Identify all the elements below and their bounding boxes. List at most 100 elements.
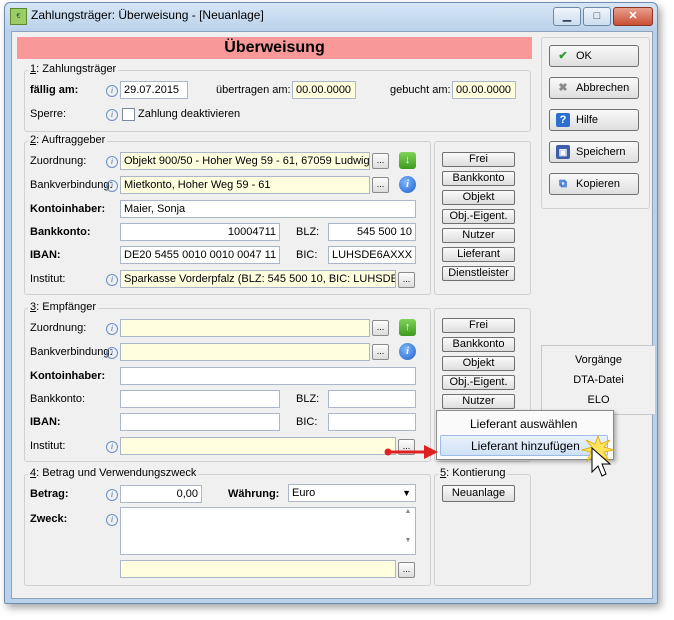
bankkonto-label: Bankkonto:: [30, 393, 86, 405]
auftraggeber-bic-input[interactable]: LUHSDE6AXXX: [328, 246, 416, 264]
speichern-button[interactable]: ▣ Speichern: [549, 141, 639, 163]
zahlung-deaktivieren-checkbox[interactable]: [122, 108, 135, 121]
info-icon[interactable]: i: [106, 109, 118, 121]
auftraggeber-kontoinhaber-input[interactable]: Maier, Sonja: [120, 200, 416, 218]
elo-label[interactable]: ELO: [542, 394, 655, 406]
info-icon[interactable]: i: [106, 274, 118, 286]
vorgaenge-label[interactable]: Vorgänge: [542, 354, 655, 366]
auftraggeber-institut-input[interactable]: Sparkasse Vorderpfalz (BLZ: 545 500 10, …: [120, 270, 396, 288]
waehrung-value: Euro: [292, 487, 316, 499]
waehrung-select[interactable]: Euro ▼: [288, 484, 416, 502]
blz-label: BLZ:: [296, 226, 320, 238]
institut-label: Institut:: [30, 440, 66, 452]
section-auftraggeber-title: 2: Auftraggeber: [28, 134, 108, 146]
betrag-input[interactable]: 0,00: [120, 485, 202, 503]
bankkonto-label: Bankkonto:: [30, 226, 91, 238]
empfaenger-frei-button[interactable]: Frei: [442, 318, 515, 333]
empfaenger-kontoinhaber-input[interactable]: [120, 367, 416, 385]
iban-label: IBAN:: [30, 416, 61, 428]
arrow-up-icon[interactable]: ↑: [399, 319, 416, 336]
dta-datei-label[interactable]: DTA-Datei: [542, 374, 655, 386]
auftraggeber-objekt-button[interactable]: Objekt: [442, 190, 515, 205]
empfaenger-objekt-button[interactable]: Objekt: [442, 356, 515, 371]
pointer-arrow-icon: [384, 445, 438, 459]
title-bar[interactable]: € Zahlungsträger: Überweisung - [Neuanla…: [5, 3, 657, 29]
info-circle-icon[interactable]: i: [399, 176, 416, 193]
hilfe-button[interactable]: ? Hilfe: [549, 109, 639, 131]
empfaenger-bankkonto-input[interactable]: [120, 390, 280, 408]
bankverbindung-label: Bankverbindung:: [30, 346, 113, 358]
cancel-x-icon: ✖: [558, 82, 568, 94]
hilfe-label: Hilfe: [576, 114, 599, 126]
ok-button[interactable]: ✔ OK: [549, 45, 639, 67]
form-header: Überweisung: [17, 37, 532, 59]
auftraggeber-nutzer-button[interactable]: Nutzer: [442, 228, 515, 243]
menu-item-lieferant-auswaehlen[interactable]: Lieferant auswählen: [440, 414, 608, 435]
auftraggeber-obj-eigent-button[interactable]: Obj.-Eigent.: [442, 209, 515, 224]
info-icon[interactable]: i: [106, 489, 118, 501]
zahlung-deaktivieren-label[interactable]: Zahlung deaktivieren: [138, 108, 240, 120]
empfaenger-bankkonto-button[interactable]: Bankkonto: [442, 337, 515, 352]
auftraggeber-bankkonto-input[interactable]: 10004711: [120, 223, 280, 241]
auftraggeber-frei-button[interactable]: Frei: [442, 152, 515, 167]
checkmark-icon: ✔: [558, 50, 568, 62]
auftraggeber-lieferant-button[interactable]: Lieferant: [442, 247, 515, 262]
info-icon[interactable]: i: [106, 514, 118, 526]
chevron-down-icon[interactable]: ▼: [402, 485, 411, 501]
speichern-label: Speichern: [576, 146, 626, 158]
neuanlage-button[interactable]: Neuanlage: [442, 485, 515, 502]
auftraggeber-dienstleister-button[interactable]: Dienstleister: [442, 266, 515, 281]
auftraggeber-bankkonto-button[interactable]: Bankkonto: [442, 171, 515, 186]
browse-button[interactable]: ...: [398, 562, 415, 578]
zuordnung-label: Zuordnung:: [30, 322, 87, 334]
empfaenger-obj-eigent-button[interactable]: Obj.-Eigent.: [442, 375, 515, 390]
blz-label: BLZ:: [296, 393, 320, 405]
maximize-button[interactable]: □: [583, 7, 611, 26]
browse-button[interactable]: ...: [372, 177, 389, 193]
kopieren-button[interactable]: ⧉ Kopieren: [549, 173, 639, 195]
empfaenger-blz-input[interactable]: [328, 390, 416, 408]
gebucht-input[interactable]: 00.00.0000: [452, 81, 516, 99]
app-icon: €: [10, 8, 27, 25]
help-icon: ?: [556, 113, 570, 127]
close-button[interactable]: ✕: [613, 7, 653, 26]
zweck-scrollbar[interactable]: ▲ ▼: [401, 508, 415, 554]
info-icon[interactable]: i: [106, 85, 118, 97]
empfaenger-iban-input[interactable]: [120, 413, 280, 431]
iban-label: IBAN:: [30, 249, 61, 261]
save-disk-icon: ▣: [556, 145, 570, 159]
abbrechen-button[interactable]: ✖ Abbrechen: [549, 77, 639, 99]
browse-button[interactable]: ...: [372, 344, 389, 360]
uebertragen-input[interactable]: 00.00.0000: [292, 81, 356, 99]
main-window: € Zahlungsträger: Überweisung - [Neuanla…: [4, 2, 658, 604]
auftraggeber-blz-input[interactable]: 545 500 10: [328, 223, 416, 241]
empfaenger-nutzer-button[interactable]: Nutzer: [442, 394, 515, 409]
bankverbindung-label: Bankverbindung:: [30, 179, 113, 191]
browse-button[interactable]: ...: [398, 272, 415, 288]
empfaenger-bic-input[interactable]: [328, 413, 416, 431]
empfaenger-institut-input[interactable]: [120, 437, 396, 455]
info-icon[interactable]: i: [106, 323, 118, 335]
auftraggeber-zuordnung-input[interactable]: Objekt 900/50 - Hoher Weg 59 - 61, 67059…: [120, 152, 370, 170]
faellig-input[interactable]: 29.07.2015: [120, 81, 188, 99]
section-zahlungstraeger: [24, 70, 531, 132]
kontoinhaber-label: Kontoinhaber:: [30, 370, 106, 382]
minimize-button[interactable]: ▁: [553, 7, 581, 26]
info-icon[interactable]: i: [106, 156, 118, 168]
auftraggeber-iban-input[interactable]: DE20 5455 0010 0010 0047 11: [120, 246, 280, 264]
zweck-extra-input[interactable]: [120, 560, 396, 578]
info-icon[interactable]: i: [106, 347, 118, 359]
browse-button[interactable]: ...: [372, 153, 389, 169]
section-empfaenger-title: 3: Empfänger: [28, 301, 99, 313]
empfaenger-zuordnung-input[interactable]: [120, 319, 370, 337]
info-icon[interactable]: i: [106, 441, 118, 453]
empfaenger-bankverbindung-input[interactable]: [120, 343, 370, 361]
info-icon[interactable]: i: [106, 180, 118, 192]
faellig-label: fällig am:: [30, 84, 79, 96]
browse-button[interactable]: ...: [372, 320, 389, 336]
auftraggeber-bankverbindung-input[interactable]: Mietkonto, Hoher Weg 59 - 61: [120, 176, 370, 194]
arrow-down-icon[interactable]: ↓: [399, 152, 416, 169]
info-circle-icon[interactable]: i: [399, 343, 416, 360]
zweck-textarea[interactable]: [120, 507, 416, 555]
kontoinhaber-label: Kontoinhaber:: [30, 203, 106, 215]
